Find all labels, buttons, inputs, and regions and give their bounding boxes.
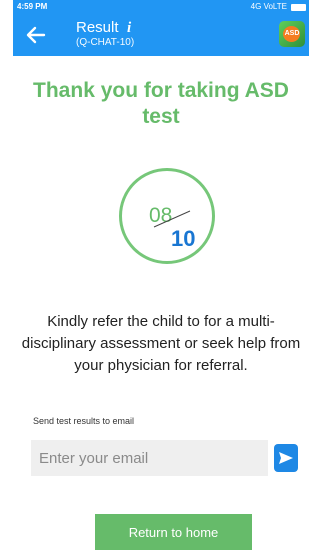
status-bar: 4:59 PM 4G VoLTE [13, 0, 309, 14]
status-time: 4:59 PM [17, 2, 48, 11]
return-home-button[interactable]: Return to home [95, 514, 252, 550]
info-icon[interactable]: i [127, 20, 131, 36]
referral-message: Kindly refer the child to for a multi-di… [21, 313, 301, 374]
app-logo: ASD [279, 21, 305, 47]
title-block: Result i (Q-CHAT-10) [76, 19, 134, 49]
thank-you-heading: Thank you for taking ASD test [33, 79, 289, 128]
email-input[interactable] [31, 440, 268, 476]
logo-text: ASD [284, 30, 300, 37]
send-icon [279, 452, 293, 464]
page-title: Result [76, 19, 119, 36]
back-button[interactable] [23, 22, 49, 48]
network-indicator: 4G VoLTE [250, 2, 287, 11]
page-subtitle: (Q-CHAT-10) [76, 37, 135, 48]
send-button[interactable] [274, 444, 298, 472]
email-label: Send test results to email [33, 416, 135, 426]
screen: 4:59 PM 4G VoLTE Result i (Q-CHAT-10) AS… [13, 0, 309, 550]
arrow-left-icon [26, 26, 46, 44]
app-bar: Result i (Q-CHAT-10) ASD [13, 14, 309, 56]
score-circle: 08 10 [119, 168, 215, 264]
score-total: 10 [171, 226, 196, 251]
battery-icon [291, 4, 306, 11]
